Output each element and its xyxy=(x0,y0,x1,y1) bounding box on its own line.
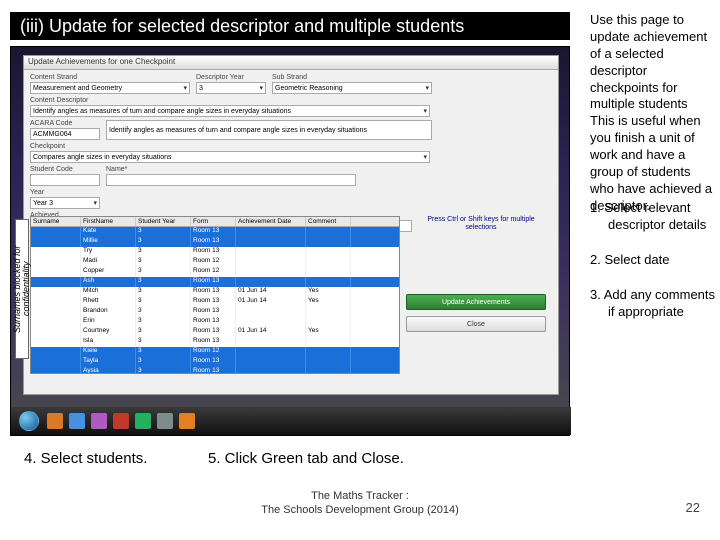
grid-header-cell: Surname xyxy=(31,217,81,226)
table-row[interactable]: Isla3Room 13 xyxy=(31,337,399,347)
acara-text: Identify angles as measures of turn and … xyxy=(106,120,432,140)
select-descriptor-year[interactable]: 3 xyxy=(196,82,266,94)
step-2: 2. Select date xyxy=(590,252,715,269)
input-name[interactable] xyxy=(106,174,356,186)
table-row[interactable]: Kate3Room 13 xyxy=(31,227,399,237)
table-row[interactable]: Mitch3Room 1301 Jun 14Yes xyxy=(31,287,399,297)
windows-taskbar xyxy=(11,407,571,435)
select-content-strand[interactable]: Measurement and Geometry xyxy=(30,82,190,94)
label-year: Year xyxy=(30,189,100,196)
update-achievements-dialog: Update Achievements for one Checkpoint C… xyxy=(23,55,559,395)
table-row[interactable]: Ash3Room 13 xyxy=(31,277,399,287)
label-sub-strand: Sub Strand xyxy=(272,74,432,81)
app-screenshot: Update Achievements for one Checkpoint C… xyxy=(10,46,570,436)
label-name: Name* xyxy=(106,166,356,173)
grid-header-cell: Form xyxy=(191,217,236,226)
label-acara-code: ACARA Code xyxy=(30,120,100,127)
grid-header-row: SurnameFirstNameStudent YearFormAchievem… xyxy=(31,217,399,227)
footer-line-1: The Maths Tracker : xyxy=(0,490,720,502)
label-content-descriptor: Content Descriptor xyxy=(30,97,430,104)
surname-blocked-note: Surnames blocked for confidentiality xyxy=(15,219,29,359)
table-row[interactable]: Courtney3Room 1301 Jun 14Yes xyxy=(31,327,399,337)
grid-header-cell: Comment xyxy=(306,217,351,226)
label-checkpoint: Checkpoint xyxy=(30,143,430,150)
taskbar-app-icon[interactable] xyxy=(91,413,107,429)
slide-title: (iii) Update for selected descriptor and… xyxy=(10,12,570,40)
update-achievements-button[interactable]: Update Achievements xyxy=(406,294,546,310)
label-student-code: Student Code xyxy=(30,166,100,173)
table-row[interactable]: Try3Room 13 xyxy=(31,247,399,257)
taskbar-app-icon[interactable] xyxy=(179,413,195,429)
step-list-right: 1. Select relevant descriptor details 2.… xyxy=(590,200,715,320)
label-content-strand: Content Strand xyxy=(30,74,190,81)
taskbar-app-icon[interactable] xyxy=(47,413,63,429)
grid-header-cell: FirstName xyxy=(81,217,136,226)
input-student-code[interactable] xyxy=(30,174,100,186)
input-acara-code[interactable]: ACMMG064 xyxy=(30,128,100,140)
side-paragraph: Use this page to update achievement of a… xyxy=(590,12,715,215)
footer-line-2: The Schools Development Group (2014) xyxy=(0,504,720,516)
students-grid[interactable]: SurnameFirstNameStudent YearFormAchievem… xyxy=(30,216,400,374)
step-3: 3. Add any comments if appropriate xyxy=(590,287,715,321)
taskbar-app-icon[interactable] xyxy=(157,413,173,429)
table-row[interactable]: Madi3Room 12 xyxy=(31,257,399,267)
grid-header-cell: Student Year xyxy=(136,217,191,226)
grid-header-cell: Achievement Date xyxy=(236,217,306,226)
table-row[interactable]: Tayla3Room 13 xyxy=(31,357,399,367)
table-row[interactable]: Brandon3Room 13 xyxy=(31,307,399,317)
page-number: 22 xyxy=(686,500,700,515)
step-5: 5. Click Green tab and Close. xyxy=(208,450,404,467)
dialog-title: Update Achievements for one Checkpoint xyxy=(24,56,558,70)
start-orb-icon[interactable] xyxy=(19,411,39,431)
taskbar-app-icon[interactable] xyxy=(135,413,151,429)
step-4: 4. Select students. xyxy=(24,450,147,467)
step-1: 1. Select relevant descriptor details xyxy=(590,200,715,234)
select-content-descriptor[interactable]: Identify angles as measures of turn and … xyxy=(30,105,430,117)
select-year[interactable]: Year 3 xyxy=(30,197,100,209)
multi-select-hint: Press Ctrl or Shift keys for multiple se… xyxy=(416,216,546,233)
table-row[interactable]: Erin3Room 13 xyxy=(31,317,399,327)
table-row[interactable]: Millie3Room 13 xyxy=(31,237,399,247)
close-button[interactable]: Close xyxy=(406,316,546,332)
taskbar-app-icon[interactable] xyxy=(113,413,129,429)
label-descriptor-year: Descriptor Year xyxy=(196,74,266,81)
table-row[interactable]: Copper3Room 12 xyxy=(31,267,399,277)
table-row[interactable]: Kiele3Room 12 xyxy=(31,347,399,357)
select-checkpoint[interactable]: Compares angle sizes in everyday situati… xyxy=(30,151,430,163)
table-row[interactable]: Aysia3Room 13 xyxy=(31,367,399,374)
select-sub-strand[interactable]: Geometric Reasoning xyxy=(272,82,432,94)
table-row[interactable]: Rhett3Room 1301 Jun 14Yes xyxy=(31,297,399,307)
taskbar-app-icon[interactable] xyxy=(69,413,85,429)
